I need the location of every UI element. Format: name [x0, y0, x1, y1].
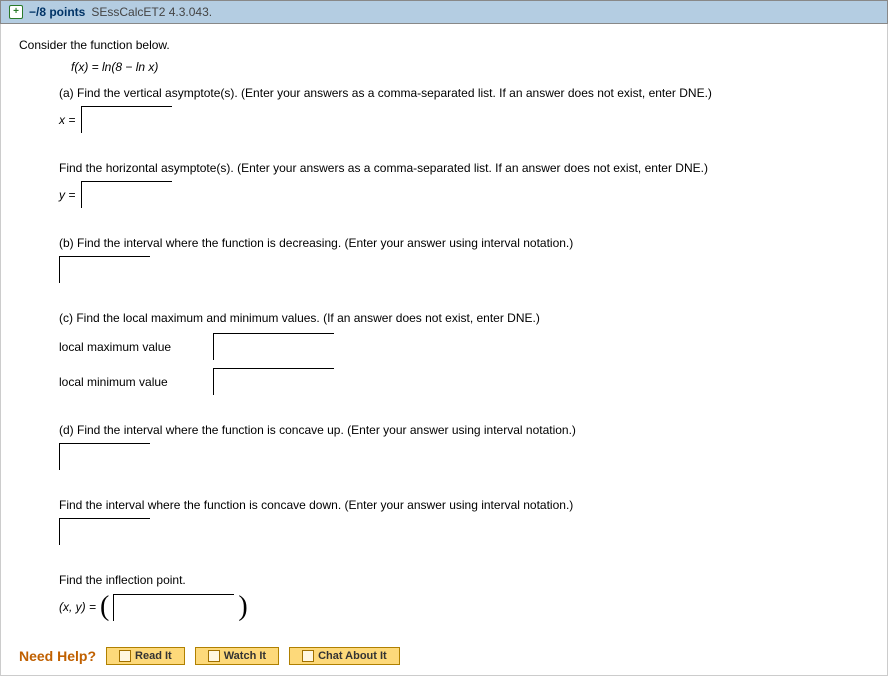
points-label: −/8 points	[29, 5, 85, 19]
part-ha: Find the horizontal asymptote(s). (Enter…	[59, 161, 869, 208]
open-paren-icon: (	[100, 591, 109, 623]
part-d-prompt: (d) Find the interval where the function…	[59, 423, 869, 437]
close-paren-icon: )	[238, 591, 247, 623]
chat-about-it-button[interactable]: Chat About It	[289, 647, 400, 665]
part-a-var: x =	[59, 113, 75, 127]
part-ha-input[interactable]	[81, 181, 172, 208]
part-c-prompt: (c) Find the local maximum and minimum v…	[59, 311, 869, 325]
read-it-label: Read It	[135, 650, 172, 662]
local-min-label: local minimum value	[59, 375, 199, 389]
inflection-var: (x, y) =	[59, 600, 96, 614]
part-c: (c) Find the local maximum and minimum v…	[59, 311, 869, 395]
part-b-input[interactable]	[59, 256, 150, 283]
question-content: Consider the function below. f(x) = ln(8…	[0, 24, 888, 676]
chat-icon	[302, 650, 314, 662]
source-label: SEssCalcET2 4.3.043.	[91, 5, 212, 19]
chat-label: Chat About It	[318, 650, 387, 662]
expand-icon[interactable]: +	[9, 5, 23, 19]
read-it-button[interactable]: Read It	[106, 647, 185, 665]
part-concave-down: Find the interval where the function is …	[59, 498, 869, 545]
part-ha-prompt: Find the horizontal asymptote(s). (Enter…	[59, 161, 869, 175]
watch-it-label: Watch It	[224, 650, 266, 662]
local-max-label: local maximum value	[59, 340, 199, 354]
inflection-prompt: Find the inflection point.	[59, 573, 869, 587]
part-cd-prompt: Find the interval where the function is …	[59, 498, 869, 512]
part-a-prompt: (a) Find the vertical asymptote(s). (Ent…	[59, 86, 869, 100]
part-inflection: Find the inflection point. (x, y) = ( )	[59, 573, 869, 623]
part-b-prompt: (b) Find the interval where the function…	[59, 236, 869, 250]
part-a-input[interactable]	[81, 106, 172, 133]
inflection-input[interactable]	[113, 594, 234, 621]
book-icon	[119, 650, 131, 662]
question-header: + −/8 points SEssCalcET2 4.3.043.	[0, 0, 888, 24]
local-min-input[interactable]	[213, 368, 334, 395]
part-a: (a) Find the vertical asymptote(s). (Ent…	[59, 86, 869, 133]
need-help-bar: Need Help? Read It Watch It Chat About I…	[19, 647, 869, 665]
part-ha-var: y =	[59, 188, 75, 202]
part-cd-input[interactable]	[59, 518, 150, 545]
video-icon	[208, 650, 220, 662]
part-d: (d) Find the interval where the function…	[59, 423, 869, 470]
intro-text: Consider the function below.	[19, 38, 869, 52]
part-b: (b) Find the interval where the function…	[59, 236, 869, 283]
local-max-input[interactable]	[213, 333, 334, 360]
function-definition: f(x) = ln(8 − ln x)	[71, 60, 869, 74]
need-help-label: Need Help?	[19, 648, 96, 664]
part-d-input[interactable]	[59, 443, 150, 470]
watch-it-button[interactable]: Watch It	[195, 647, 279, 665]
